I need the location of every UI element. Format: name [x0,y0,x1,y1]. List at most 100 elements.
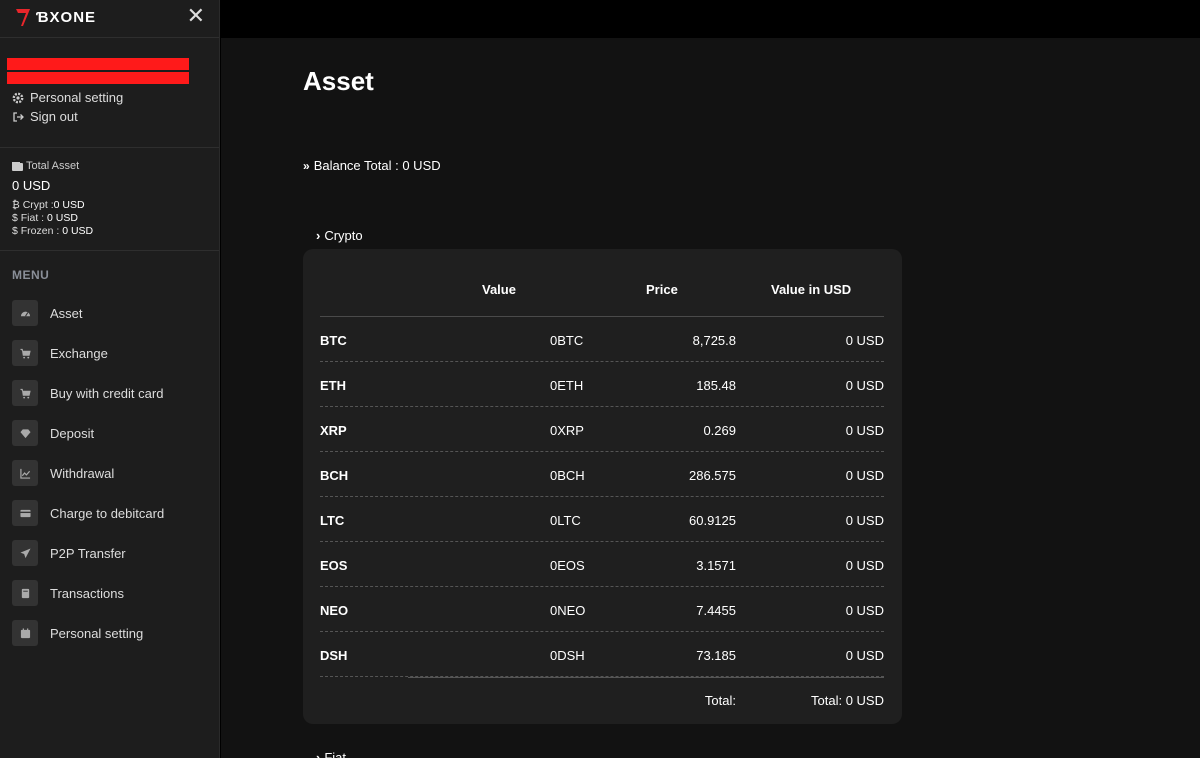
fiat-section-title: Fiat [324,750,347,758]
row-symbol: EOS [320,558,348,573]
row-value: 0NEO [550,603,586,618]
table-row: BCH 0BCH 286.575 0 USD [320,452,884,497]
total-asset-block: Total Asset 0 USD ₿ Crypt :0 USD $ Fiat … [0,148,219,251]
brand-logo[interactable]: ƁXONE [14,6,96,28]
row-usd: 0 USD [845,378,884,393]
bitcoin-icon: ₿ [12,199,20,211]
row-price: 73.185 [696,648,736,663]
sign-out-label: Sign out [30,109,78,124]
menu-item-asset[interactable]: Asset [0,293,219,333]
calendar-icon [12,620,38,646]
menu-item-label: Charge to debitcard [50,505,165,521]
book-icon [12,580,38,606]
row-value: 0LTC [550,513,581,528]
crypto-section-toggle[interactable]: › Crypto [316,228,363,243]
menu-heading: MENU [12,268,50,282]
fiat-value: 0 USD [47,212,78,224]
menu-item-label: Buy with credit card [50,385,164,401]
menu-item-label: P2P Transfer [50,545,126,561]
credit-card-icon [12,500,38,526]
menu-item-label: Exchange [50,345,108,361]
row-price: 8,725.8 [692,333,736,348]
total-label: Total: [704,693,736,708]
row-symbol: NEO [320,603,349,618]
table-header: Value Price Value in USD [320,265,884,317]
close-sidebar-icon[interactable]: ✕ [187,5,205,27]
row-price: 60.9125 [689,513,736,528]
table-row: XRP 0XRP 0.269 0 USD [320,407,884,452]
table-row: NEO 0NEO 7.4455 0 USD [320,587,884,632]
menu-item-label: Transactions [50,585,124,601]
sidebar-header: ƁXONE ✕ [0,0,219,38]
chart-icon [12,460,38,486]
dashboard-icon [12,300,38,326]
menu-item-transactions[interactable]: Transactions [0,573,219,613]
sign-out-icon [13,111,24,122]
table-row: DSH 0DSH 73.185 0 USD [320,632,884,677]
table-row: BTC 0BTC 8,725.8 0 USD [320,317,884,362]
crypto-asset-table: Value Price Value in USD BTC 0BTC 8,725.… [303,249,902,724]
user-block: Personal setting Sign out [0,38,219,148]
menu-item-label: Withdrawal [50,465,115,481]
brand-name: ƁXONE [36,8,97,26]
row-usd: 0 USD [845,423,884,438]
frozen-asset-line: $ Frozen : 0 USD [12,225,207,238]
total-value: Total: 0 USD [811,693,884,708]
crypt-label: Crypt : [22,199,54,211]
column-header-price: Price [646,282,678,297]
row-symbol: XRP [320,423,347,438]
dollar-icon: $ [12,212,18,224]
main-content: Asset » Balance Total : 0 USD › Crypto V… [221,38,1200,758]
menu-item-exchange[interactable]: Exchange [0,333,219,373]
row-price: 286.575 [689,468,736,483]
menu-item-label: Deposit [50,425,95,441]
sign-out-link[interactable]: Sign out [12,109,207,124]
row-value: 0ETH [550,378,584,393]
balance-total[interactable]: » Balance Total : 0 USD [303,158,441,173]
crypt-value: 0 USD [53,199,85,211]
row-symbol: DSH [320,648,348,663]
row-symbol: ETH [320,378,346,393]
redacted-username [7,58,189,70]
page-title: Asset [303,66,374,96]
total-divider [408,677,884,678]
row-usd: 0 USD [845,513,884,528]
row-value: 0XRP [550,423,584,438]
column-header-value: Value [482,282,516,297]
frozen-value: 0 USD [62,225,94,237]
row-usd: 0 USD [845,468,884,483]
row-usd: 0 USD [845,603,884,618]
fiat-section-toggle[interactable]: › Fiat [316,750,346,758]
total-asset-title: Total Asset [12,160,207,172]
dollar-icon: $ [12,225,18,237]
menu-item-p2p-transfer[interactable]: P2P Transfer [0,533,219,573]
total-asset-label: Total Asset [26,160,80,172]
crypto-section-title: Crypto [324,228,363,243]
menu-item-deposit[interactable]: Deposit [0,413,219,453]
row-value: 0EOS [550,558,585,573]
menu-item-buy-credit-card[interactable]: Buy with credit card [0,373,219,413]
row-symbol: BTC [320,333,347,348]
double-chevron-right-icon: » [303,158,310,173]
menu-item-personal-setting[interactable]: Personal setting [0,613,219,653]
row-usd: 0 USD [845,648,884,663]
row-value: 0BCH [550,468,585,483]
table-total-row: Total: Total: 0 USD [320,677,884,722]
wallet-icon [12,161,23,171]
row-value: 0DSH [550,648,585,663]
personal-setting-link[interactable]: Personal setting [12,90,207,105]
table-body: BTC 0BTC 8,725.8 0 USD ETH 0ETH 185.48 0… [320,317,884,722]
redacted-email [7,72,189,84]
chevron-right-icon: › [316,228,321,243]
table-row: LTC 0LTC 60.9125 0 USD [320,497,884,542]
gear-icon [12,92,24,103]
row-price: 7.4455 [696,603,736,618]
fiat-label: Fiat : [20,212,45,224]
row-price: 0.269 [703,423,736,438]
menu-item-withdrawal[interactable]: Withdrawal [0,453,219,493]
chevron-right-icon: › [316,750,321,758]
row-price: 3.1571 [696,558,736,573]
cart-icon [12,340,38,366]
menu-item-charge-debitcard[interactable]: Charge to debitcard [0,493,219,533]
logo-mark-icon [16,9,30,26]
